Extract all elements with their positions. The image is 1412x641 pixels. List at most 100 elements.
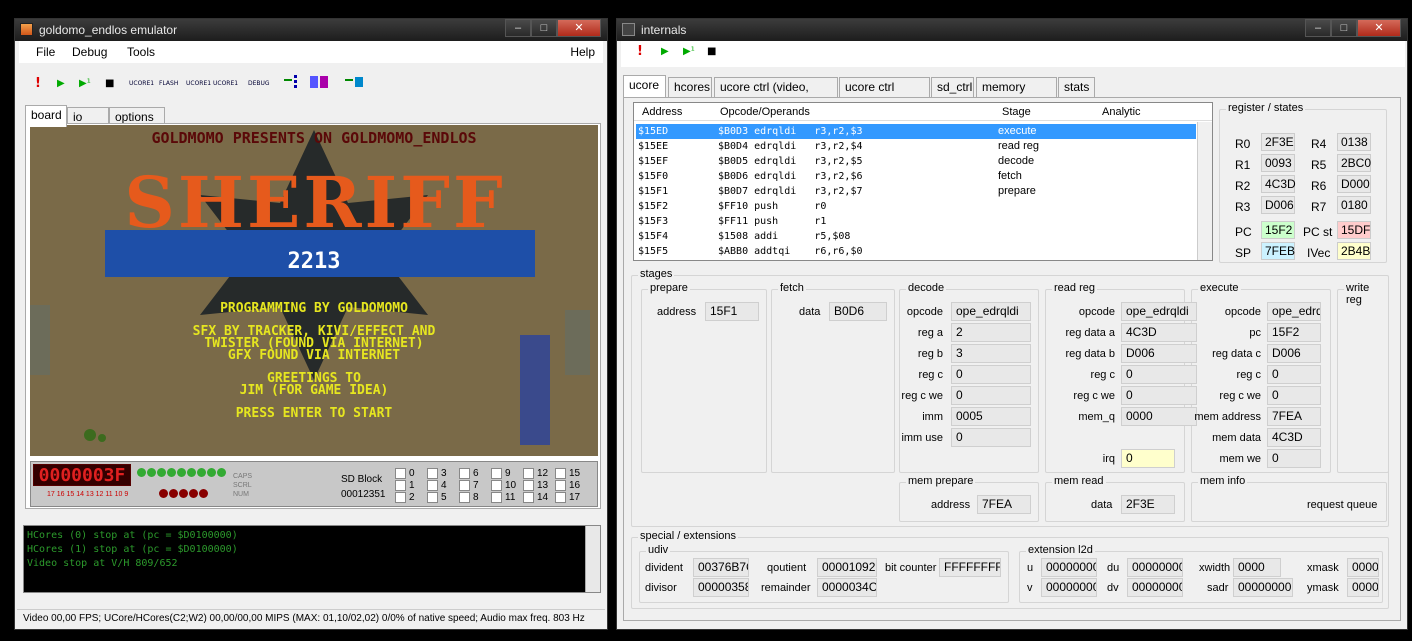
switch-10[interactable] [491,480,502,491]
run-icon[interactable]: ▶ [661,41,669,63]
fetch-data[interactable]: B0D6 [829,302,887,321]
memread-data[interactable]: 2F3E [1121,495,1175,514]
switch-5[interactable] [427,492,438,503]
minimize-button[interactable]: – [505,19,531,37]
console-scrollbar[interactable] [585,526,600,592]
list-row[interactable]: $15F3 $FF11 push r1 [636,214,1196,229]
stage-field-value[interactable]: 0000 [1121,407,1197,426]
emulator-titlebar[interactable]: goldomo_endlos emulator – □ ✕ [15,19,607,41]
col-stage[interactable]: Stage [1002,103,1031,121]
stage-field-value[interactable]: D006 [1267,344,1321,363]
ucore-reset-icon[interactable]: UCORE1 [213,73,238,95]
switch-14[interactable] [523,492,534,503]
switch-12[interactable] [523,468,534,479]
stage-field-value[interactable]: 0 [1267,365,1321,384]
tab-hcores[interactable]: hcores [668,77,712,97]
debug-icon[interactable]: DEBUG [248,73,270,95]
list-row[interactable]: $15ED $B0D3 edrqldi r3,r2,$3 execute [636,124,1196,139]
switch-16[interactable] [555,480,566,491]
stage-field-value[interactable]: 15F2 [1267,323,1321,342]
tab-sd-ctrl[interactable]: sd_ctrl [931,77,974,97]
col-opcode[interactable]: Opcode/Operands [720,103,810,121]
split-icon[interactable] [282,73,304,95]
stage-field-value[interactable]: D006 [1121,344,1197,363]
list-row[interactable]: $15F4 $1508 addi r5,$08 [636,229,1196,244]
l2d-sadr[interactable]: 00000000 [1233,578,1293,597]
irq-field[interactable]: 0 [1121,449,1175,468]
reg-r3[interactable]: D006 [1261,196,1295,214]
switch-11[interactable] [491,492,502,503]
l2d-dv[interactable]: 00000000 [1127,578,1183,597]
step-icon[interactable]: ▶¹ [79,73,91,95]
prepare-address[interactable]: 15F1 [705,302,759,321]
memory-icon[interactable] [308,73,332,95]
stage-field-value[interactable]: 0005 [951,407,1031,426]
list-row[interactable]: $15F2 $FF10 push r0 [636,199,1196,214]
step-icon[interactable]: ▶¹ [683,41,695,63]
list-scrollbar[interactable] [1197,122,1212,260]
l2d-u[interactable]: 00000000 [1041,558,1097,577]
reg-r4[interactable]: 0138 [1337,133,1371,151]
ucore-save-icon[interactable]: UCORE1 [186,73,211,95]
console-output[interactable]: HCores (0) stop at (pc = $D0100000) HCor… [23,525,601,593]
tab-ucore-ctrl-video[interactable]: ucore ctrl (video, board) [714,77,838,112]
reg-r2[interactable]: 4C3D [1261,175,1296,193]
reg-sp[interactable]: 7FEB [1261,242,1295,260]
l2d-du[interactable]: 00000000 [1127,558,1183,577]
l2d-ymask[interactable]: 0000 [1347,578,1379,597]
menu-help[interactable]: Help [570,45,595,59]
minimize-button[interactable]: – [1305,19,1331,37]
tab-board[interactable]: board [25,105,67,127]
list-row[interactable]: $15F1 $B0D7 edrqldi r3,r2,$7 prepare [636,184,1196,199]
stage-field-value[interactable]: 0 [951,386,1031,405]
list-row[interactable]: $15EE $B0D4 edrqldi r3,r2,$4 read reg [636,139,1196,154]
internals-titlebar[interactable]: internals – □ ✕ [617,19,1407,41]
menu-debug[interactable]: Debug [72,45,107,59]
list-row[interactable]: $15F0 $B0D6 edrqldi r3,r2,$6 fetch [636,169,1196,184]
break-icon[interactable]: ! [35,73,41,95]
udiv-qoutient[interactable]: 00001092 [817,558,877,577]
stage-field-value[interactable]: ope_edrqldi [1121,302,1197,321]
l2d-v[interactable]: 00000000 [1041,578,1097,597]
stop-icon[interactable]: ■ [707,41,716,63]
l2d-xwidth[interactable]: 0000 [1233,558,1281,577]
ucore-load-icon[interactable]: UCORE1 [129,73,154,95]
run-icon[interactable]: ▶ [57,73,65,95]
menu-file[interactable]: File [36,45,55,59]
tab-ucore[interactable]: ucore [623,75,666,97]
stage-field-value[interactable]: 0 [1121,386,1197,405]
switch-0[interactable] [395,468,406,479]
maximize-button[interactable]: □ [1331,19,1357,37]
switch-17[interactable] [555,492,566,503]
reg-ivec[interactable]: 2B4B [1337,242,1371,260]
reg-r5[interactable]: 2BC0 [1337,154,1371,172]
switch-2[interactable] [395,492,406,503]
maximize-button[interactable]: □ [531,19,557,37]
switch-1[interactable] [395,480,406,491]
stage-field-value[interactable]: ope_edrqldi [1267,302,1321,321]
export-icon[interactable] [343,73,367,95]
switch-7[interactable] [459,480,470,491]
list-row[interactable]: $15F5 $ABB0 addtqi r6,r6,$0 [636,244,1196,259]
stage-field-value[interactable]: ope_edrqldi [951,302,1031,321]
list-row[interactable]: $15EF $B0D5 edrqldi r3,r2,$5 decode [636,154,1196,169]
reg-r6[interactable]: D000 [1337,175,1371,193]
menu-tools[interactable]: Tools [127,45,155,59]
stop-icon[interactable]: ■ [105,73,114,95]
stage-field-value[interactable]: 0 [1121,365,1197,384]
switch-9[interactable] [491,468,502,479]
stage-field-value[interactable]: 4C3D [1267,428,1321,447]
break-icon[interactable]: ! [637,41,643,63]
tab-ucore-ctrl-audio[interactable]: ucore ctrl (audio) [839,77,930,112]
tab-stats[interactable]: stats [1058,77,1095,97]
switch-4[interactable] [427,480,438,491]
reg-pc-st[interactable]: 15DF [1337,221,1371,239]
stage-field-value[interactable]: 0 [1267,386,1321,405]
stage-field-value[interactable]: 2 [951,323,1031,342]
udiv-divisor[interactable]: 00000358 [693,578,749,597]
switch-13[interactable] [523,480,534,491]
close-button[interactable]: ✕ [1357,19,1401,37]
udiv-divident[interactable]: 00376B7C [693,558,749,577]
stage-field-value[interactable]: 3 [951,344,1031,363]
reg-r1[interactable]: 0093 [1261,154,1295,172]
